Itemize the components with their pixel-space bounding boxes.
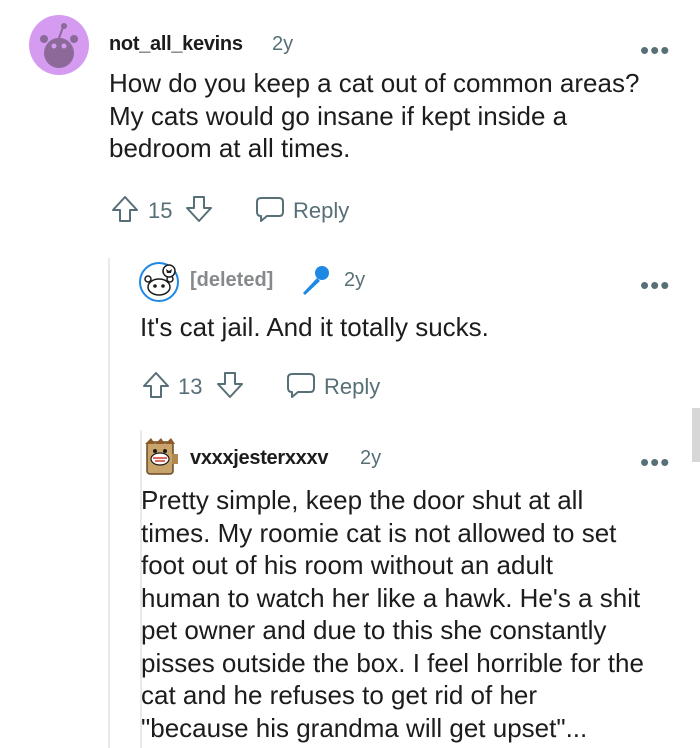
comment-body-line: bedroom at all times. [109, 133, 351, 163]
comment-username: [deleted] [190, 269, 274, 291]
comment-body: How do you keep a cat out of common area… [109, 67, 689, 165]
upvote-icon[interactable] [141, 370, 171, 400]
avatar[interactable] [139, 262, 179, 302]
vote-count: 15 [148, 198, 173, 223]
comment-body-line: Pretty simple, keep the door shut at all [141, 485, 584, 515]
comment-age: 2y [272, 33, 294, 55]
microphone-icon [297, 263, 333, 299]
downvote-icon[interactable] [215, 370, 245, 400]
more-options-button[interactable]: ••• [640, 37, 670, 63]
reply-icon [286, 371, 316, 399]
comment-body: It's cat jail. And it totally sucks. [140, 311, 680, 344]
more-options-button[interactable]: ••• [640, 272, 670, 298]
avatar[interactable] [29, 15, 89, 75]
comment-body-line: It's cat jail. And it totally sucks. [140, 312, 489, 342]
avatar[interactable] [141, 436, 181, 478]
comment-age: 2y [360, 447, 382, 469]
vote-count: 13 [178, 374, 203, 399]
comment-body-line: times. My roomie cat is not allowed to s… [141, 517, 617, 548]
comment-body-line: foot out of his room without an adult [141, 550, 553, 580]
comment-age: 2y [344, 269, 366, 291]
scrollbar-thumb[interactable] [692, 408, 700, 462]
comment-body: Pretty simple, keep the door shut at all… [141, 484, 691, 744]
comment-body-line: pisses outside the box. I feel horrible … [141, 647, 644, 678]
downvote-icon[interactable] [184, 194, 214, 224]
comment-body-line: My cats would go insane if kept inside a [109, 100, 568, 131]
reply-label: Reply [293, 198, 350, 223]
upvote-icon[interactable] [110, 194, 140, 224]
comment-username[interactable]: vxxxjesterxxxv [190, 447, 328, 470]
comment-username[interactable]: not_all_kevins [109, 33, 243, 56]
reply-icon [255, 195, 285, 223]
comment-body-line: human to watch her like a hawk. He's a s… [141, 582, 641, 613]
comment-body-line: pet owner and due to this she constantly [141, 615, 607, 645]
comment-body-line: How do you keep a cat out of common area… [109, 68, 640, 98]
comment-body-line: "because his grandma will get upset"... [141, 712, 588, 743]
reply-label: Reply [324, 374, 381, 399]
thread-line-level-1 [108, 258, 110, 748]
more-options-button[interactable]: ••• [640, 449, 670, 475]
comment-body-line: cat and he refuses to get rid of her [141, 680, 538, 710]
